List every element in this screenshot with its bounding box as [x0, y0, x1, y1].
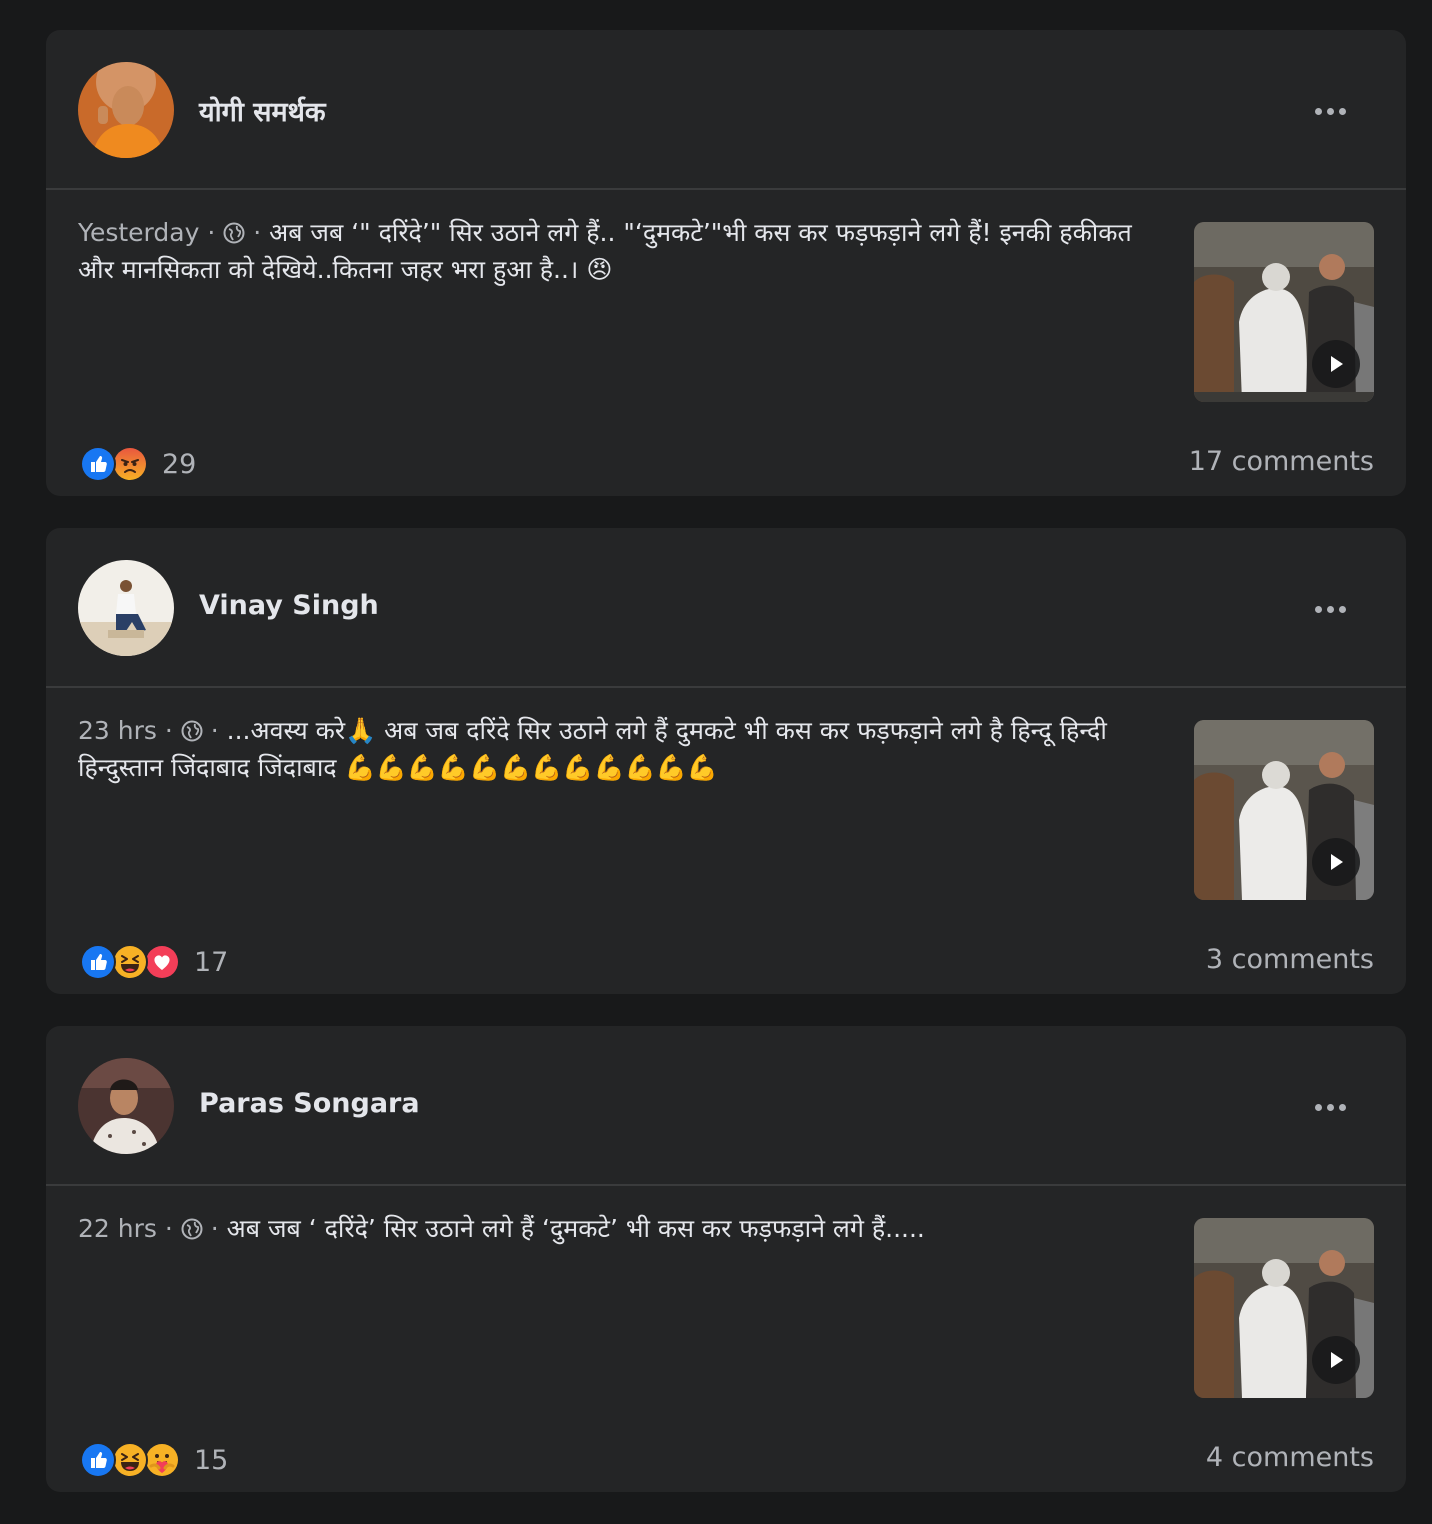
globe-icon [181, 1213, 203, 1240]
meta-separator: · [253, 218, 262, 247]
meta-separator: · [210, 1214, 219, 1243]
like-reaction-icon [80, 1442, 116, 1478]
meta-separator: · [164, 1214, 173, 1243]
post-body: 23 hrs · · ...अवस्य करे🙏 अब जब दरिंदे सि… [46, 688, 1406, 992]
video-thumbnail[interactable] [1194, 720, 1374, 900]
post-time[interactable]: Yesterday [78, 218, 199, 247]
play-icon [1331, 356, 1343, 372]
feed: योगी समर्थक Yesterday · · अब जब ‘" दरिंद… [46, 30, 1406, 1524]
comments-link[interactable]: 17 comments [1189, 446, 1374, 477]
avatar[interactable] [78, 1058, 174, 1154]
comments-link[interactable]: 3 comments [1206, 944, 1374, 975]
video-thumbnail[interactable] [1194, 222, 1374, 402]
post-card: योगी समर्थक Yesterday · · अब जब ‘" दरिंद… [46, 30, 1406, 496]
post-header: Paras Songara [46, 1026, 1406, 1186]
post-header: योगी समर्थक [46, 30, 1406, 190]
play-button[interactable] [1312, 1336, 1360, 1384]
play-icon [1331, 854, 1343, 870]
avatar-image [78, 560, 174, 656]
comments-link[interactable]: 4 comments [1206, 1442, 1374, 1473]
more-options-button[interactable] [1302, 594, 1358, 624]
avatar-image [78, 1058, 174, 1154]
play-button[interactable] [1312, 838, 1360, 886]
post-time[interactable]: 23 hrs [78, 716, 157, 745]
post-message: ...अवस्य करे🙏 अब जब दरिंदे सिर उठाने लगे… [78, 716, 1107, 782]
author-name[interactable]: योगी समर्थक [199, 92, 326, 129]
love-reaction-icon [144, 944, 180, 980]
meta-separator: · [210, 716, 219, 745]
meta-separator: · [207, 218, 216, 247]
haha-reaction-icon [112, 944, 148, 980]
more-horizontal-icon [1314, 605, 1322, 613]
more-horizontal-icon [1314, 107, 1322, 115]
avatar[interactable] [78, 560, 174, 656]
haha-reaction-icon [112, 1442, 148, 1478]
meta-separator: · [164, 716, 173, 745]
author-name[interactable]: Paras Songara [199, 1088, 420, 1119]
more-options-button[interactable] [1302, 1092, 1358, 1122]
post-text-block: Yesterday · · अब जब ‘" दरिंदे’" सिर उठान… [78, 214, 1138, 288]
reactions-summary[interactable]: 29 [80, 446, 196, 482]
post-time[interactable]: 22 hrs [78, 1214, 157, 1243]
like-reaction-icon [80, 446, 116, 482]
post-text-block: 22 hrs · · अब जब ‘ दरिंदे’ सिर उठाने लगे… [78, 1210, 1138, 1247]
post-message: अब जब ‘ दरिंदे’ सिर उठाने लगे हैं ‘दुमकट… [226, 1214, 925, 1243]
video-thumbnail[interactable] [1194, 1218, 1374, 1398]
post-body: 22 hrs · · अब जब ‘ दरिंदे’ सिर उठाने लगे… [46, 1186, 1406, 1490]
play-icon [1331, 1352, 1343, 1368]
globe-icon [223, 217, 245, 244]
reactions-summary[interactable]: 15 [80, 1442, 228, 1478]
more-horizontal-icon [1314, 1103, 1322, 1111]
globe-icon [181, 715, 203, 742]
play-button[interactable] [1312, 340, 1360, 388]
avatar[interactable] [78, 62, 174, 158]
post-card: Vinay Singh 23 hrs · · ...अवस्य करे🙏 अब … [46, 528, 1406, 994]
angry-reaction-icon [112, 446, 148, 482]
post-card: Paras Songara 22 hrs · · अब जब ‘ दरिंदे’… [46, 1026, 1406, 1492]
avatar-image [78, 62, 174, 158]
reaction-count: 29 [162, 448, 197, 480]
reaction-count: 17 [194, 946, 229, 978]
post-header: Vinay Singh [46, 528, 1406, 688]
like-reaction-icon [80, 944, 116, 980]
reactions-summary[interactable]: 17 [80, 944, 228, 980]
post-body: Yesterday · · अब जब ‘" दरिंदे’" सिर उठान… [46, 190, 1406, 494]
post-text-block: 23 hrs · · ...अवस्य करे🙏 अब जब दरिंदे सि… [78, 712, 1138, 786]
care-reaction-icon [144, 1442, 180, 1478]
author-name[interactable]: Vinay Singh [199, 590, 379, 621]
more-options-button[interactable] [1302, 96, 1358, 126]
reaction-count: 15 [194, 1444, 229, 1476]
